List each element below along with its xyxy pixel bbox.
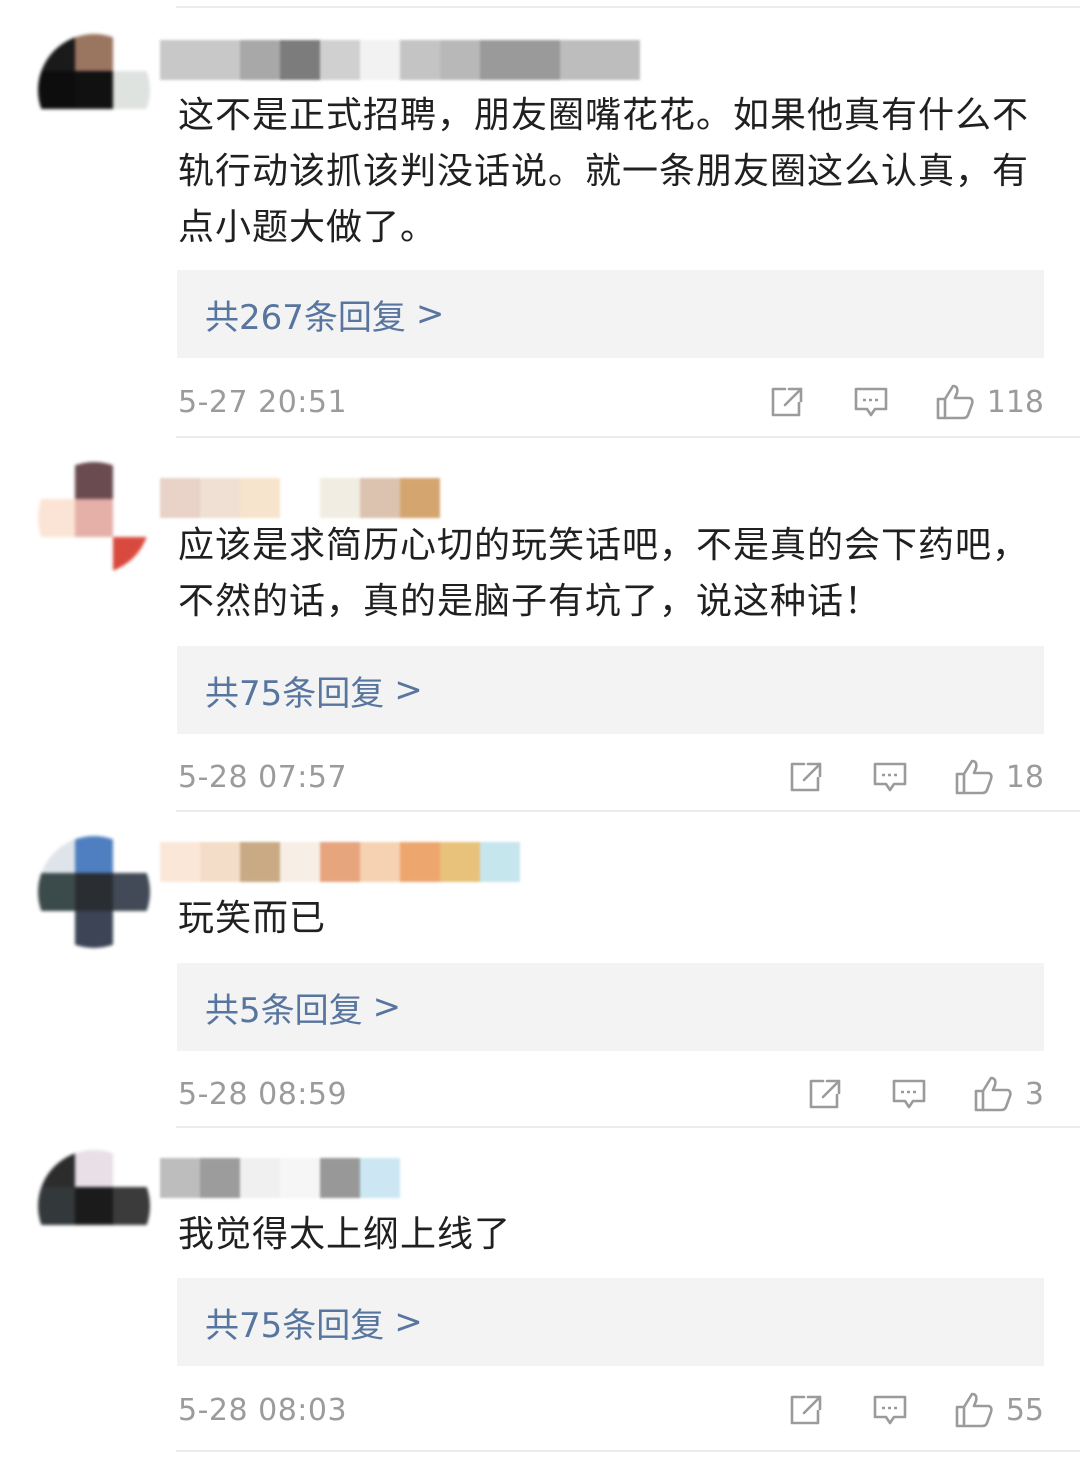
comment-actions: 55 (788, 1391, 1044, 1429)
like-count: 118 (986, 384, 1044, 420)
comment-text: 我觉得太上纲上线了 (178, 1214, 512, 1255)
share-icon (771, 387, 803, 417)
reply-count-label: 共267条回复 (205, 297, 406, 338)
chevron-right-icon: > (415, 294, 445, 334)
divider (176, 1126, 1080, 1128)
divider (176, 1450, 1080, 1452)
comment-icon (873, 1395, 907, 1425)
thumbs-up-icon (974, 1076, 1012, 1112)
comment-meta: 5-28 08:59 3 (178, 1069, 1044, 1119)
view-replies-button[interactable]: 共75条回复 > (177, 1278, 1044, 1366)
timestamp: 5-28 07:57 (178, 759, 348, 795)
reply-count-label: 共5条回复 (205, 990, 363, 1031)
share-button[interactable] (807, 1077, 843, 1111)
like-button[interactable]: 118 (935, 383, 1044, 421)
comment-icon (854, 387, 888, 417)
like-button[interactable]: 55 (954, 1391, 1044, 1429)
thumbs-up-icon (955, 759, 993, 795)
username-redacted[interactable] (160, 478, 440, 518)
avatar[interactable] (38, 836, 150, 948)
view-replies-button[interactable]: 共75条回复 > (177, 646, 1044, 734)
comment-text: 这不是正式招聘，朋友圈嘴花花。如果他真有什么不轨行动该抓该判没话说。就一条朋友圈… (178, 95, 1030, 248)
comment-actions: 18 (788, 758, 1044, 796)
share-button[interactable] (788, 760, 824, 794)
timestamp: 5-28 08:03 (178, 1392, 348, 1428)
chevron-right-icon: > (394, 1302, 423, 1342)
comment-icon (873, 762, 907, 792)
view-replies-button[interactable]: 共267条回复 > (177, 270, 1044, 358)
comment-reply-button[interactable] (872, 760, 908, 794)
comment-meta: 5-28 08:03 55 (178, 1385, 1044, 1435)
username-redacted[interactable] (160, 1158, 400, 1198)
share-button[interactable] (788, 1393, 824, 1427)
share-icon (809, 1079, 841, 1109)
thumbs-up-icon (955, 1392, 993, 1428)
comment-meta: 5-28 07:57 18 (178, 752, 1044, 802)
divider (176, 810, 1080, 812)
comment-reply-button[interactable] (891, 1077, 927, 1111)
comment-reply-button[interactable] (853, 385, 889, 419)
chevron-right-icon: > (394, 670, 423, 710)
comment-text: 玩笑而已 (178, 898, 327, 939)
comment-reply-button[interactable] (872, 1393, 908, 1427)
top-divider (176, 6, 1080, 8)
view-replies-button[interactable]: 共5条回复 > (177, 963, 1044, 1051)
like-button[interactable]: 18 (954, 758, 1044, 796)
comment-actions: 118 (769, 383, 1044, 421)
username-redacted[interactable] (160, 842, 520, 882)
comment-meta: 5-27 20:51 118 (178, 377, 1044, 427)
comment-text: 应该是求简历心切的玩笑话吧，不是真的会下药吧，不然的话，真的是脑子有坑了，说这种… (178, 525, 1030, 622)
avatar[interactable] (38, 34, 150, 146)
divider (176, 436, 1080, 438)
timestamp: 5-27 20:51 (178, 384, 348, 420)
thumbs-up-icon (936, 384, 974, 420)
comment-icon (892, 1079, 926, 1109)
timestamp: 5-28 08:59 (178, 1076, 348, 1112)
chevron-right-icon: > (372, 987, 402, 1027)
share-button[interactable] (769, 385, 805, 419)
reply-count-label: 共75条回复 (205, 1305, 385, 1346)
like-count: 55 (1005, 1392, 1044, 1428)
avatar[interactable] (38, 462, 150, 574)
like-count: 18 (1005, 759, 1044, 795)
comment-actions: 3 (807, 1075, 1044, 1113)
like-count: 3 (1024, 1076, 1044, 1112)
like-button[interactable]: 3 (973, 1075, 1044, 1113)
username-redacted[interactable] (160, 40, 640, 80)
share-icon (790, 762, 822, 792)
share-icon (790, 1395, 822, 1425)
reply-count-label: 共75条回复 (205, 673, 385, 714)
avatar[interactable] (38, 1150, 150, 1262)
